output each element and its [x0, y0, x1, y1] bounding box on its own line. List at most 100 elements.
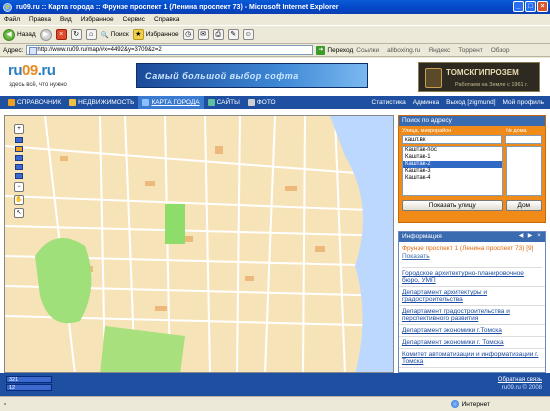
history-button[interactable]: ◷	[182, 29, 194, 40]
nav-sites-label: САЙТЫ	[216, 99, 240, 106]
logo-text-tld: .ru	[37, 62, 56, 79]
menu-file[interactable]: Файл	[4, 16, 20, 23]
zoom-level-4[interactable]	[15, 164, 23, 170]
banner-subtitle: Работаем на Земле с 1961 г.	[455, 82, 529, 88]
address-input[interactable]: http://www.ru09.ru/map/#x=4492&y=3709&z=…	[26, 45, 314, 55]
site-logo[interactable]: ru09.ru	[8, 62, 56, 79]
close-panel-icon[interactable]: ×	[535, 232, 543, 240]
sites-icon	[207, 99, 215, 106]
org-link[interactable]: Департамент экономики г.Томска	[399, 325, 545, 337]
street-option[interactable]: Каштак-3	[403, 168, 502, 175]
menu-bar: Файл Правка Вид Избранное Сервис Справка	[0, 14, 550, 25]
software-banner[interactable]: Самый большой выбор софта	[136, 63, 368, 88]
street-option[interactable]: Каштак-4	[403, 175, 502, 182]
address-search-panel: Поиск по адресу Улица, микрорайон № дома …	[398, 115, 546, 223]
go-label: Переход	[327, 46, 354, 54]
mail-button[interactable]: ✉	[197, 29, 209, 40]
nav-directory-label: СПРАВОЧНИК	[17, 99, 62, 106]
edit-button[interactable]: ✎	[227, 29, 239, 40]
show-street-button[interactable]: Показать улицу	[402, 200, 503, 211]
nav-directory[interactable]: СПРАВОЧНИК	[4, 96, 65, 109]
show-link[interactable]: Показать	[402, 253, 430, 260]
org-link[interactable]: Департамент экономики г. Томска	[399, 337, 545, 349]
link-allboxing[interactable]: allboxing.ru	[387, 47, 420, 54]
forward-button[interactable]: ▶	[39, 28, 52, 41]
pointer-icon[interactable]: ↖	[14, 208, 24, 218]
zoom-in-icon[interactable]: +	[14, 124, 24, 134]
menu-view[interactable]: Вид	[60, 16, 72, 23]
map-canvas[interactable]	[5, 116, 394, 373]
photo-icon	[247, 99, 255, 106]
address-label: Адрес:	[3, 46, 24, 54]
nav-sites[interactable]: САЙТЫ	[204, 96, 244, 109]
menu-help[interactable]: Справка	[154, 16, 180, 23]
zoom-level-2[interactable]	[15, 146, 23, 152]
org-link[interactable]: Департамент архитектуры и градостроитель…	[399, 287, 545, 306]
nav-logout[interactable]: Выход [zigmund]	[446, 99, 495, 106]
realty-icon	[69, 99, 77, 106]
search-icon: 🔍	[100, 31, 109, 39]
emblem-icon	[425, 68, 442, 88]
house-label: № дома	[506, 128, 527, 134]
back-icon[interactable]: ◀	[517, 232, 525, 240]
org-link[interactable]: Департамент градостроительства и перспек…	[399, 306, 545, 325]
go-arrow-icon: ➜	[316, 45, 326, 55]
zone-label: Интернет	[461, 400, 490, 408]
menu-tools[interactable]: Сервис	[123, 16, 145, 23]
street-option[interactable]: Каштак-пос	[403, 147, 502, 154]
house-list[interactable]	[505, 146, 542, 196]
nav-city-map-label: КАРТА ГОРОДА	[151, 99, 200, 106]
street-input[interactable]	[402, 135, 502, 144]
org-link[interactable]: Городское архитектурно-планировочное бюр…	[399, 268, 545, 287]
street-list[interactable]: Каштак-пос Каштак-1 Каштак-2 Каштак-3 Ка…	[402, 146, 503, 196]
maximize-button[interactable]: □	[525, 1, 536, 12]
links-bar: Ссылки allboxing.ru Яндекс Торрент Обзор	[356, 47, 509, 54]
menu-edit[interactable]: Правка	[29, 16, 51, 23]
home-button[interactable]: ⌂	[85, 29, 97, 40]
selected-address: Фрунзе проспект 1 (Ленина проспект 73) […	[399, 242, 545, 261]
nav-city-map[interactable]: КАРТА ГОРОДА	[138, 96, 204, 109]
nav-photo[interactable]: ФОТО	[244, 96, 280, 109]
house-button[interactable]: Дом	[505, 200, 542, 211]
site-header: ru09.ru здесь всё, что нужно Самый больш…	[0, 58, 550, 96]
copyright: ru09.ru © 2008	[501, 385, 542, 391]
link-yandex[interactable]: Яндекс	[428, 47, 450, 54]
zoom-level-5[interactable]	[15, 173, 23, 179]
feedback-link[interactable]: Обратная связь	[498, 377, 542, 383]
close-button[interactable]: ×	[537, 1, 548, 12]
link-torrent[interactable]: Торрент	[458, 47, 483, 54]
search-button[interactable]: 🔍 Поиск	[101, 31, 129, 39]
refresh-button[interactable]: ↻	[70, 29, 82, 40]
window-titlebar: e ru09.ru :: Карта города :: Фрунзе прос…	[0, 0, 550, 14]
street-option[interactable]: Каштак-1	[403, 154, 502, 161]
zoom-level-3[interactable]	[15, 155, 23, 161]
nav-stats[interactable]: Статистика	[372, 99, 406, 106]
back-button[interactable]: ◀ Назад	[3, 28, 36, 41]
tomskgiprozem-banner[interactable]: ТОМСКГИПРОЗЕМ Работаем на Земле с 1961 г…	[418, 62, 540, 92]
pan-hand-icon[interactable]: ✋	[14, 195, 24, 205]
coord-y: 12	[6, 384, 52, 391]
zoom-level-1[interactable]	[15, 137, 23, 143]
nav-realty[interactable]: НЕДВИЖИМОСТЬ	[65, 96, 138, 109]
org-link[interactable]: Комитет автоматизации и информатизации г…	[399, 349, 545, 368]
logo-text-09: 09	[22, 62, 38, 79]
forward-icon[interactable]: ▶	[526, 232, 534, 240]
globe-icon	[450, 400, 459, 408]
link-review[interactable]: Обзор	[491, 47, 510, 54]
messenger-button[interactable]: ☺	[242, 29, 254, 40]
nav-admin[interactable]: Админка	[413, 99, 439, 106]
house-input[interactable]	[505, 135, 542, 144]
city-map[interactable]: + − ✋ ↖	[4, 115, 394, 373]
menu-favorites[interactable]: Избранное	[81, 16, 114, 23]
street-option-selected[interactable]: Каштак-2	[403, 161, 502, 168]
print-button[interactable]: ⎙	[212, 29, 224, 40]
zoom-out-icon[interactable]: −	[14, 182, 24, 192]
go-button[interactable]: ➜ Переход	[316, 45, 354, 55]
nav-profile[interactable]: Мой профиль	[503, 99, 544, 106]
ie-logo-icon: e	[3, 2, 12, 12]
stop-button[interactable]: ×	[55, 29, 67, 40]
minimize-button[interactable]: _	[513, 1, 524, 12]
favorites-button[interactable]: ★ Избранное	[132, 29, 179, 40]
map-icon	[142, 99, 150, 106]
browser-toolbar: ◀ Назад ▶ × ↻ ⌂ 🔍 Поиск ★ Избранное ◷ ✉ ⎙ ✎…	[0, 25, 550, 44]
